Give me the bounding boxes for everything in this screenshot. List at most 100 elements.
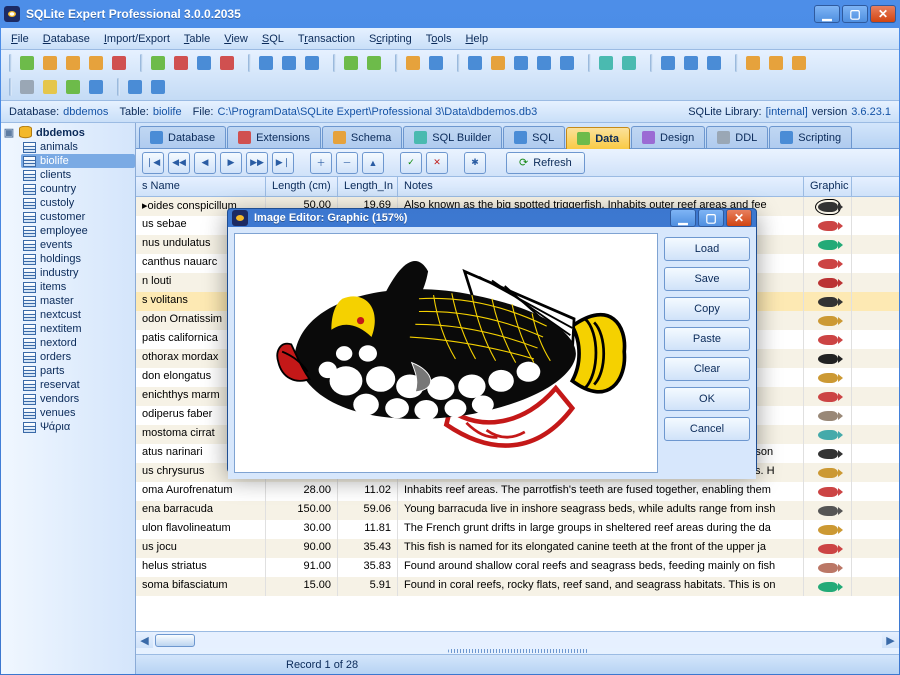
sidebar-item-orders[interactable]: orders	[21, 350, 135, 364]
nav-post[interactable]: ✓	[400, 152, 422, 174]
splitter-handle[interactable]	[448, 649, 588, 653]
graphic-thumbnail[interactable]	[818, 335, 838, 345]
col-graphic[interactable]: Graphic	[804, 177, 852, 196]
graphic-thumbnail[interactable]	[818, 221, 838, 231]
cell-graphic[interactable]	[804, 273, 852, 292]
cell-graphic[interactable]	[804, 292, 852, 311]
modal-maximize-button[interactable]: ▢	[698, 209, 724, 227]
menu-help[interactable]: Help	[459, 31, 494, 47]
modal-paste-button[interactable]: Paste	[664, 327, 750, 351]
cell-notes[interactable]: Inhabits reef areas. The parrotfish's te…	[398, 482, 804, 501]
col-length_cm[interactable]: Length (cm)	[266, 177, 338, 196]
sidebar-item-employee[interactable]: employee	[21, 224, 135, 238]
graphic-thumbnail[interactable]	[818, 278, 838, 288]
sidebar-item-items[interactable]: items	[21, 280, 135, 294]
cell-graphic[interactable]	[804, 311, 852, 330]
graphic-thumbnail[interactable]	[818, 202, 838, 212]
cell-length_in[interactable]: 35.43	[338, 539, 398, 558]
graphic-thumbnail[interactable]	[818, 373, 838, 383]
nav-delete[interactable]: －	[336, 152, 358, 174]
cell-name[interactable]: oma Aurofrenatum	[136, 482, 266, 501]
modal-load-button[interactable]: Load	[664, 237, 750, 261]
toolbar-button[interactable]	[788, 52, 810, 74]
sidebar-item-events[interactable]: events	[21, 238, 135, 252]
graphic-thumbnail[interactable]	[818, 525, 838, 535]
cell-graphic[interactable]	[804, 254, 852, 273]
sidebar-item-vendors[interactable]: vendors	[21, 392, 135, 406]
toolbar-button[interactable]	[487, 52, 509, 74]
sidebar-item-customer[interactable]: customer	[21, 210, 135, 224]
cell-length_cm[interactable]: 15.00	[266, 577, 338, 596]
cell-name[interactable]: us jocu	[136, 539, 266, 558]
sidebar-item-nextord[interactable]: nextord	[21, 336, 135, 350]
modal-save-button[interactable]: Save	[664, 267, 750, 291]
toolbar-button[interactable]	[765, 52, 787, 74]
cell-name[interactable]: soma bifasciatum	[136, 577, 266, 596]
table-row[interactable]: ulon flavolineatum30.0011.81The French g…	[136, 520, 899, 539]
cell-length_in[interactable]: 11.81	[338, 520, 398, 539]
table-row[interactable]: us jocu90.0035.43This fish is named for …	[136, 539, 899, 558]
graphic-thumbnail[interactable]	[818, 468, 838, 478]
nav-last[interactable]: ▶❘	[272, 152, 294, 174]
menu-table[interactable]: Table	[178, 31, 216, 47]
toolbar-button[interactable]	[301, 52, 323, 74]
toolbar-button[interactable]	[510, 52, 532, 74]
cell-graphic[interactable]	[804, 349, 852, 368]
cell-notes[interactable]: Young barracuda live in inshore seagrass…	[398, 501, 804, 520]
toolbar-button[interactable]	[533, 52, 555, 74]
toolbar-button[interactable]	[278, 52, 300, 74]
toolbar-button[interactable]	[39, 76, 61, 98]
toolbar-button[interactable]	[425, 52, 447, 74]
nav-next-page[interactable]: ▶▶	[246, 152, 268, 174]
toolbar-button[interactable]	[340, 52, 362, 74]
col-notes[interactable]: Notes	[398, 177, 804, 196]
image-canvas[interactable]	[234, 233, 658, 473]
tab-schema[interactable]: Schema	[322, 126, 402, 148]
graphic-thumbnail[interactable]	[818, 392, 838, 402]
sidebar-item-parts[interactable]: parts	[21, 364, 135, 378]
table-row[interactable]: ena barracuda150.0059.06Young barracuda …	[136, 501, 899, 520]
collapse-icon[interactable]: ▣	[3, 126, 15, 139]
graphic-thumbnail[interactable]	[818, 316, 838, 326]
cell-graphic[interactable]	[804, 482, 852, 501]
nav-first[interactable]: ❘◀	[142, 152, 164, 174]
menu-sql[interactable]: SQL	[256, 31, 290, 47]
menu-tools[interactable]: Tools	[420, 31, 458, 47]
nav-insert[interactable]: ＋	[310, 152, 332, 174]
cell-length_cm[interactable]: 90.00	[266, 539, 338, 558]
menu-transaction[interactable]: Transaction	[292, 31, 361, 47]
cell-graphic[interactable]	[804, 463, 852, 482]
scroll-track[interactable]	[153, 633, 882, 648]
cell-graphic[interactable]	[804, 501, 852, 520]
sidebar-item-nextitem[interactable]: nextitem	[21, 322, 135, 336]
cell-graphic[interactable]	[804, 235, 852, 254]
nav-edit[interactable]: ▲	[362, 152, 384, 174]
graphic-thumbnail[interactable]	[818, 544, 838, 554]
scroll-left-icon[interactable]: ◀	[136, 632, 153, 649]
tab-sql-builder[interactable]: SQL Builder	[403, 126, 502, 148]
tab-data[interactable]: Data	[566, 127, 630, 149]
hscrollbar[interactable]: ◀ ▶	[136, 631, 899, 648]
grid-header[interactable]: s NameLength (cm)Length_InNotesGraphic	[136, 177, 899, 197]
toolbar-button[interactable]	[147, 52, 169, 74]
nav-prev[interactable]: ◀	[194, 152, 216, 174]
cell-length_cm[interactable]: 150.00	[266, 501, 338, 520]
graphic-thumbnail[interactable]	[818, 563, 838, 573]
table-row[interactable]: helus striatus91.0035.83Found around sha…	[136, 558, 899, 577]
nav-prev-page[interactable]: ◀◀	[168, 152, 190, 174]
cell-length_in[interactable]: 35.83	[338, 558, 398, 577]
minimize-button[interactable]: ▁	[814, 5, 840, 23]
toolbar-button[interactable]	[85, 76, 107, 98]
toolbar-button[interactable]	[657, 52, 679, 74]
toolbar-button[interactable]	[595, 52, 617, 74]
maximize-button[interactable]: ▢	[842, 5, 868, 23]
modal-cancel-button[interactable]: Cancel	[664, 417, 750, 441]
cell-graphic[interactable]	[804, 216, 852, 235]
modal-close-button[interactable]: ✕	[726, 209, 752, 227]
modal-clear-button[interactable]: Clear	[664, 357, 750, 381]
cell-name[interactable]: ulon flavolineatum	[136, 520, 266, 539]
nav-next[interactable]: ▶	[220, 152, 242, 174]
graphic-thumbnail[interactable]	[818, 430, 838, 440]
table-row[interactable]: soma bifasciatum15.005.91Found in coral …	[136, 577, 899, 596]
sidebar-item-holdings[interactable]: holdings	[21, 252, 135, 266]
